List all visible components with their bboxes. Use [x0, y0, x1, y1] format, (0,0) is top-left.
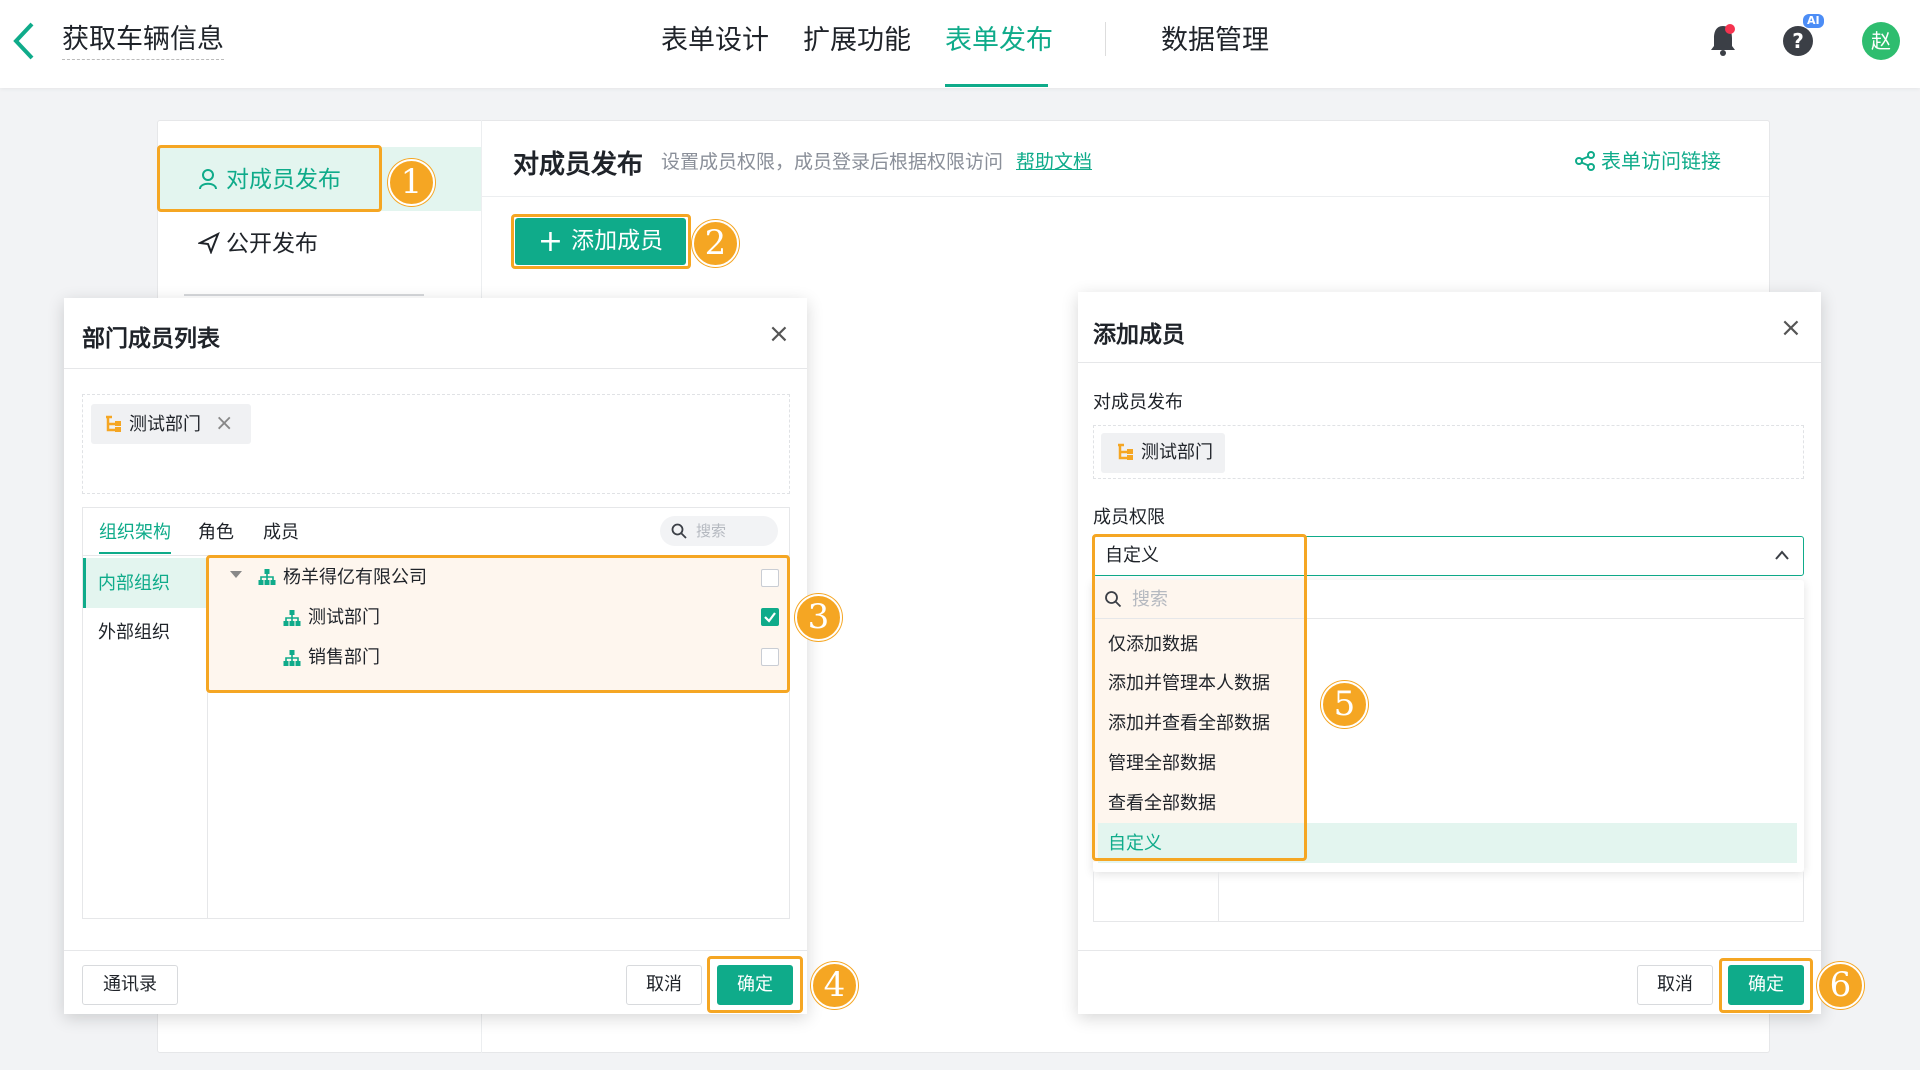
nav-form-design[interactable]: 表单设计 [661, 24, 769, 58]
org-type-external[interactable]: 外部组织 [98, 622, 170, 644]
step-highlight-3 [206, 555, 790, 693]
page-title: 对成员发布 [513, 150, 644, 180]
org-tree-icon [1118, 443, 1133, 460]
step-highlight-4 [707, 956, 803, 1013]
send-icon [196, 231, 220, 255]
tab-roles[interactable]: 角色 [198, 522, 234, 544]
search-icon [671, 523, 687, 539]
share-icon [1575, 151, 1595, 171]
notification-dot [1725, 24, 1735, 34]
step-number-2: 2 [692, 220, 739, 267]
help-doc-link[interactable]: 帮助文档 [1016, 147, 1092, 174]
active-tab-underline [99, 552, 171, 554]
top-bar: 获取车辆信息 表单设计 扩展功能 表单发布 数据管理 ? AI 赵 [0, 0, 1920, 88]
tab-members[interactable]: 成员 [263, 522, 299, 544]
step-number-4: 4 [811, 962, 858, 1009]
help-icon[interactable]: ? [1783, 26, 1813, 56]
selected-tag: 测试部门 [1101, 433, 1225, 473]
tab-org-structure[interactable]: 组织架构 [99, 522, 171, 544]
permission-table-stub [1093, 872, 1804, 922]
org-type-internal[interactable]: 内部组织 [98, 573, 170, 595]
ai-badge: AI [1803, 14, 1824, 28]
sidebar-separator [184, 294, 424, 296]
step-number-5: 5 [1321, 681, 1368, 728]
add-modal-footer-divider [1078, 950, 1821, 951]
table-column-divider [1218, 872, 1219, 922]
close-icon[interactable]: × [768, 321, 790, 347]
add-modal-title: 添加成员 [1093, 322, 1185, 348]
nav-divider [1105, 22, 1106, 56]
avatar[interactable]: 赵 [1862, 22, 1900, 60]
tag-label: 测试部门 [1141, 442, 1213, 463]
access-link-label: 表单访问链接 [1601, 149, 1721, 173]
add-cancel-button[interactable]: 取消 [1637, 965, 1713, 1005]
selected-tag: 测试部门 × [91, 404, 251, 444]
dept-modal-title: 部门成员列表 [82, 326, 220, 352]
step-number-1: 1 [388, 159, 435, 206]
close-icon[interactable]: × [1780, 315, 1802, 341]
step-highlight-1 [157, 145, 382, 212]
dept-modal-header-divider [64, 368, 807, 369]
dept-modal-footer-divider [64, 950, 807, 951]
step-number-3: 3 [795, 594, 842, 641]
nav-form-publish[interactable]: 表单发布 [945, 24, 1053, 58]
add-modal-header-divider [1078, 362, 1821, 363]
tag-remove-icon[interactable]: × [215, 411, 233, 436]
sidebar-item-label: 公开发布 [226, 231, 318, 257]
contacts-button[interactable]: 通讯录 [82, 965, 178, 1005]
nav-extensions[interactable]: 扩展功能 [803, 24, 911, 58]
step-highlight-5 [1092, 534, 1307, 861]
chevron-up-icon[interactable] [1774, 549, 1790, 561]
form-access-link[interactable]: 表单访问链接 [1575, 145, 1721, 174]
step-highlight-6 [1719, 958, 1813, 1013]
tag-label: 测试部门 [129, 414, 201, 435]
dept-cancel-button[interactable]: 取消 [626, 965, 702, 1005]
publish-label: 对成员发布 [1093, 392, 1183, 413]
header-divider [482, 196, 1769, 197]
nav-data-management[interactable]: 数据管理 [1161, 24, 1269, 58]
permission-label: 成员权限 [1093, 507, 1165, 528]
app-title[interactable]: 获取车辆信息 [62, 24, 224, 60]
sidebar-item-public-publish[interactable]: 公开发布 [196, 229, 318, 259]
active-nav-underline [945, 84, 1048, 87]
step-highlight-2 [511, 214, 691, 269]
back-arrow-icon[interactable] [8, 18, 40, 64]
org-tree-icon [106, 415, 121, 432]
page-description: 设置成员权限，成员登录后根据权限访问 [661, 151, 1004, 173]
step-number-6: 6 [1817, 962, 1864, 1009]
